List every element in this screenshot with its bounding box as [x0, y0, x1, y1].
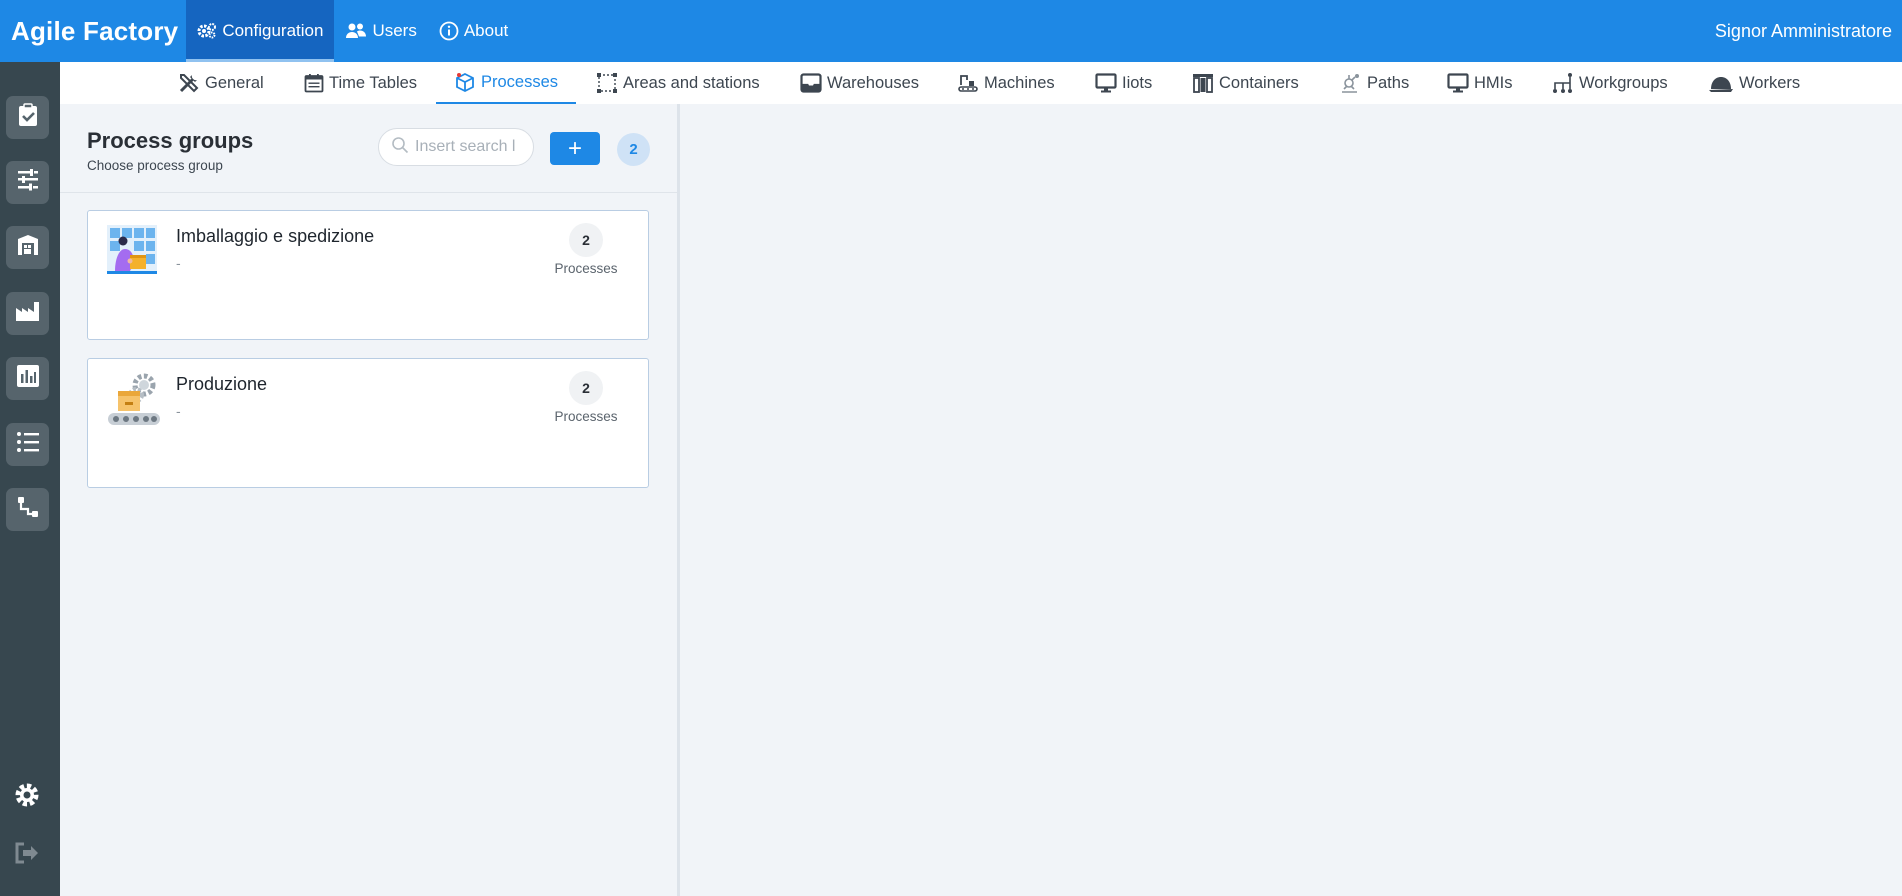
- tab-processes[interactable]: Processes: [436, 62, 577, 104]
- machine-icon: [957, 72, 979, 94]
- app-title[interactable]: Agile Factory: [0, 16, 186, 47]
- sidebar-flow-button[interactable]: [6, 488, 49, 531]
- group-description: -: [176, 403, 181, 419]
- logout-icon: [14, 842, 40, 869]
- tab-processes-label: Processes: [481, 72, 559, 91]
- tab-machines-label: Machines: [984, 73, 1055, 92]
- page-subtitle: Choose process group: [87, 158, 223, 173]
- page-title: Process groups: [87, 128, 254, 153]
- process-group-card[interactable]: Imballaggio e spedizione - 2 Processes: [87, 210, 649, 340]
- topnav-about[interactable]: About: [428, 0, 519, 62]
- tab-workers[interactable]: Workers: [1708, 62, 1800, 104]
- sidebar-settings-button[interactable]: [12, 782, 42, 812]
- tab-warehouses[interactable]: Warehouses: [800, 62, 919, 104]
- helmet-icon: [1708, 73, 1734, 93]
- production-conveyor-illustration: [106, 371, 160, 425]
- area-icon: [596, 72, 618, 94]
- tab-time-tables[interactable]: Time Tables: [304, 62, 417, 104]
- info-icon: [439, 21, 459, 41]
- group-name: Produzione: [176, 374, 268, 394]
- sidebar-production-button[interactable]: [6, 292, 49, 335]
- tab-warehouses-label: Warehouses: [827, 73, 920, 92]
- search-box[interactable]: [378, 128, 534, 166]
- containers-icon: [1192, 72, 1214, 94]
- search-icon: [391, 136, 409, 159]
- top-bar: Agile Factory Configuration Users About …: [0, 0, 1902, 62]
- topnav-users-label: Users: [372, 21, 417, 40]
- add-process-group-button[interactable]: +: [550, 132, 600, 165]
- packing-worker-illustration: [106, 223, 158, 275]
- tab-iiots[interactable]: Iiots: [1095, 62, 1152, 104]
- path-icon: [1338, 72, 1362, 94]
- tab-hmis[interactable]: HMIs: [1447, 62, 1513, 104]
- sliders-icon: [16, 168, 40, 197]
- sidebar-stats-button[interactable]: [6, 357, 49, 400]
- process-groups-panel: Process groups Choose process group + 2: [60, 104, 680, 896]
- process-count: 2: [569, 223, 603, 257]
- bar-chart-icon: [16, 364, 40, 393]
- tools-icon: [178, 72, 200, 94]
- list-icon: [16, 431, 40, 458]
- detail-area: [680, 104, 1902, 896]
- gears-icon: [197, 22, 217, 40]
- group-description: -: [176, 255, 181, 271]
- topnav-configuration-label: Configuration: [222, 21, 324, 40]
- config-subnav: General Time Tables Processes Areas and …: [60, 62, 1902, 105]
- inbox-icon: [800, 73, 822, 93]
- group-count-badge: 2: [617, 133, 650, 166]
- process-count-label: Processes: [554, 409, 618, 424]
- tab-paths-label: Paths: [1367, 73, 1410, 92]
- tab-workgroups[interactable]: Workgroups: [1552, 62, 1668, 104]
- cube-icon: [454, 71, 476, 93]
- sidebar: [0, 62, 60, 896]
- calendar-icon: [304, 73, 324, 93]
- process-group-card[interactable]: Produzione - 2 Processes: [87, 358, 649, 488]
- warehouse-icon: [16, 233, 40, 262]
- process-count: 2: [569, 371, 603, 405]
- tab-machines[interactable]: Machines: [957, 62, 1055, 104]
- tab-iiots-label: Iiots: [1122, 73, 1153, 92]
- clipboard-check-icon: [17, 103, 39, 132]
- factory-icon: [15, 300, 41, 327]
- tab-areas-and-stations[interactable]: Areas and stations: [596, 62, 760, 104]
- tab-time-tables-label: Time Tables: [329, 73, 418, 92]
- topnav-configuration[interactable]: Configuration: [186, 0, 335, 62]
- tab-workgroups-label: Workgroups: [1579, 73, 1668, 92]
- settings-icon: [13, 781, 41, 814]
- sidebar-list-button[interactable]: [6, 423, 49, 466]
- topnav-users[interactable]: Users: [334, 0, 427, 62]
- sidebar-planning-button[interactable]: [6, 161, 49, 204]
- tab-areas-and-stations-label: Areas and stations: [623, 73, 760, 92]
- monitor-icon: [1447, 73, 1469, 93]
- tab-hmis-label: HMIs: [1474, 73, 1513, 92]
- sidebar-logout-button[interactable]: [12, 840, 42, 870]
- tab-paths[interactable]: Paths: [1338, 62, 1409, 104]
- group-name: Imballaggio e spedizione: [176, 226, 375, 246]
- tab-workers-label: Workers: [1739, 73, 1801, 92]
- search-input[interactable]: [413, 137, 527, 157]
- monitor-icon: [1095, 73, 1117, 93]
- sidebar-warehouse-button[interactable]: [6, 226, 49, 269]
- flow-icon: [16, 495, 40, 524]
- topnav-about-label: About: [463, 21, 509, 40]
- workgroup-icon: [1552, 72, 1574, 94]
- tab-general-label: General: [205, 73, 264, 92]
- tab-containers[interactable]: Containers: [1192, 62, 1299, 104]
- users-icon: [345, 22, 367, 40]
- tab-general[interactable]: General: [178, 62, 264, 104]
- process-count-label: Processes: [554, 261, 618, 276]
- tab-containers-label: Containers: [1219, 73, 1299, 92]
- user-menu[interactable]: Signor Amministratore: [1715, 0, 1892, 62]
- sidebar-tasks-button[interactable]: [6, 96, 49, 139]
- panel-header: Process groups Choose process group + 2: [60, 104, 677, 193]
